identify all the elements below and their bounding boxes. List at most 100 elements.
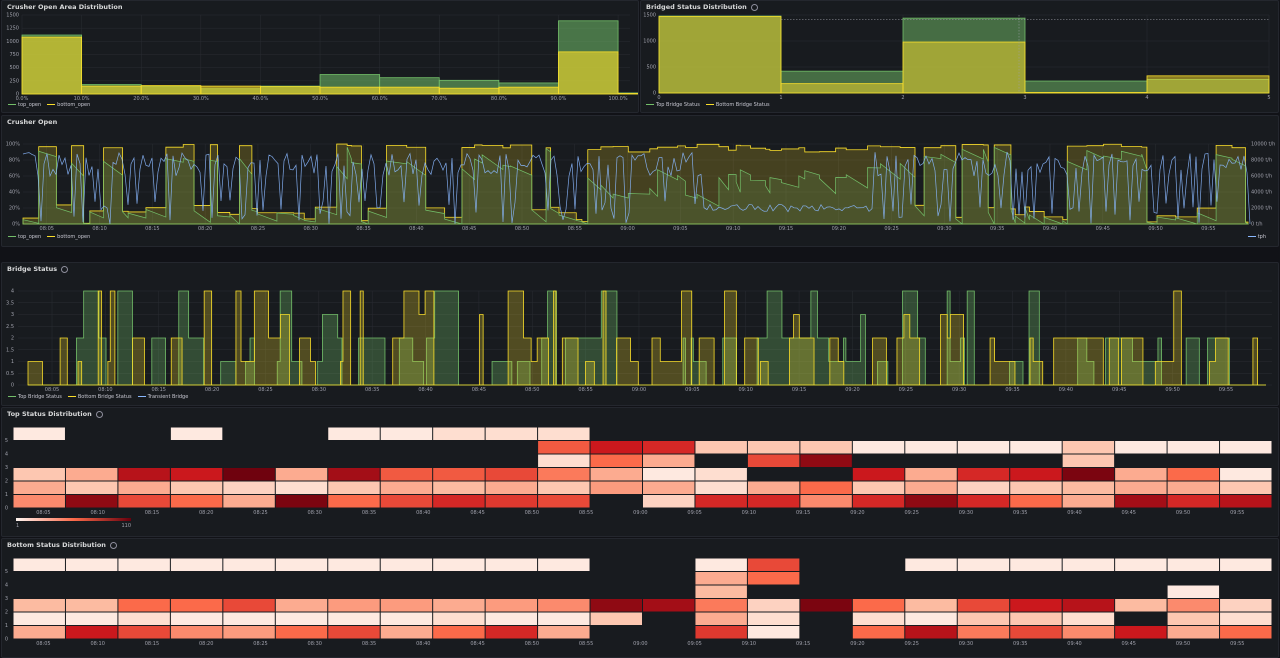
heatmap-cell (13, 495, 65, 508)
heatmap-cell (223, 612, 275, 625)
x-tick-label: 80.0% (491, 96, 507, 102)
x-tick-label: 08:50 (515, 226, 529, 232)
heatmap-cell (800, 495, 852, 508)
heatmap-cell (170, 495, 223, 508)
x-tick-label: 40.0% (252, 96, 268, 102)
legend-item[interactable]: Top Bridge Status (8, 394, 62, 400)
bar-bottom_open (200, 85, 261, 95)
heatmap-cell (747, 626, 800, 639)
legend-label: Bottom Bridge Status (715, 102, 770, 108)
y-tick-label: 20% (9, 206, 20, 212)
heatmap-cell (957, 612, 1010, 625)
heatmap-cell (485, 468, 538, 481)
heatmap-cell (695, 599, 747, 612)
heatmap-cell (118, 612, 170, 625)
heatmap-cell (538, 626, 590, 639)
legend-item[interactable]: top_open (8, 102, 41, 108)
heatmap-cell (433, 599, 485, 612)
legend-swatch (137, 395, 146, 398)
x-tick-label: 09:55 (1230, 510, 1244, 516)
heatmap-cell (643, 495, 695, 508)
heatmap-cell (118, 599, 170, 612)
x-tick-label: 09:50 (1148, 226, 1162, 232)
legend-label: Transient Bridge (147, 394, 189, 400)
heatmap-cell (695, 585, 747, 598)
heatmap-cell (1220, 481, 1272, 494)
x-tick-label: 09:40 (1067, 510, 1081, 516)
heatmap-cell (1115, 468, 1167, 481)
y2-tick-label: 8000 t/h (1251, 158, 1272, 164)
legend-item[interactable]: Top Bridge Status (646, 102, 700, 108)
heatmap-cell (433, 427, 485, 440)
heatmap-cell (695, 626, 747, 639)
x-tick-label: 08:35 (362, 510, 376, 516)
y-tick-label: 0 (653, 91, 656, 97)
heatmap-cell (65, 626, 118, 639)
y-tick-label: 3 (5, 465, 8, 471)
heatmap-cell (1115, 481, 1167, 494)
y-tick-label: 2 (11, 336, 14, 342)
heatmap-cell (643, 454, 695, 467)
heatmap-cell (118, 495, 170, 508)
legend-swatch (646, 103, 654, 106)
heatmap-cell (1062, 441, 1115, 454)
heatmap-cell (1220, 558, 1272, 571)
y-tick-label: 1 (11, 359, 14, 365)
heatmap-cell (957, 468, 1010, 481)
y-tick-label: 2 (5, 610, 8, 616)
x-tick-label: 08:50 (525, 387, 539, 393)
x-tick-label: 09:35 (1005, 387, 1019, 393)
heatmap-cell (905, 468, 957, 481)
y-tick-label: 0% (12, 222, 20, 228)
heatmap-cell (695, 481, 747, 494)
heatmap-cell (485, 626, 538, 639)
y2-tick-label: 6000 t/h (1251, 174, 1272, 180)
x-tick-label: 09:00 (632, 387, 646, 393)
x-tick-label: 09:30 (952, 387, 966, 393)
heatmap-cell (590, 454, 642, 467)
x-tick-label: 09:50 (1176, 641, 1190, 647)
heatmap-cell (1062, 495, 1115, 508)
x-tick-label: 08:05 (45, 387, 59, 393)
legend-label: top_open (18, 102, 42, 108)
x-tick-label: 09:40 (1067, 641, 1081, 647)
x-tick-label: 09:40 (1043, 226, 1057, 232)
legend-item[interactable]: bottom_open (47, 102, 90, 108)
y2-tick-label: 2000 t/h (1251, 206, 1272, 212)
x-tick-label: 09:20 (850, 641, 864, 647)
bar-bottom_open (319, 86, 381, 95)
x-tick-label: 70.0% (431, 96, 447, 102)
heatmap-cell (643, 441, 695, 454)
x-tick-label: 09:15 (792, 387, 806, 393)
heatmap-cell (905, 495, 957, 508)
y-tick-label: 3 (11, 312, 14, 318)
heatmap-cell (957, 441, 1010, 454)
heatmap-cell (380, 612, 433, 625)
heatmap-cell (747, 454, 800, 467)
legend-item[interactable]: Transient Bridge (137, 394, 189, 400)
x-tick-label: 3 (1023, 95, 1026, 101)
heatmap-cell (223, 599, 275, 612)
legend-item[interactable]: Bottom Bridge Status (705, 102, 770, 108)
x-tick-label: 09:10 (739, 387, 753, 393)
bar-bottom_open (498, 86, 559, 95)
x-tick-label: 09:00 (633, 641, 647, 647)
bar-bottom_open (379, 86, 440, 95)
heatmap-cell (1115, 599, 1167, 612)
heatmap-cell (1167, 481, 1220, 494)
heatmap-cell (13, 558, 65, 571)
x-tick-label: 09:35 (1013, 510, 1027, 516)
legend: top_open bottom_open (8, 234, 96, 240)
x-tick-label: 08:40 (409, 226, 423, 232)
heatmap-cell (747, 481, 800, 494)
heatmap-cell (538, 558, 590, 571)
legend-item[interactable]: bottom_open (47, 234, 90, 240)
x-tick-label: 08:25 (253, 510, 267, 516)
legend-item[interactable]: tph (1247, 234, 1266, 240)
y-tick-label: 1500 (643, 13, 656, 19)
legend-item[interactable]: Bottom Bridge Status (67, 394, 132, 400)
legend-item[interactable]: top_open (8, 234, 41, 240)
bar-bottom_open (21, 36, 83, 95)
heatmap-cell (170, 468, 223, 481)
heatmap-cell (275, 599, 328, 612)
